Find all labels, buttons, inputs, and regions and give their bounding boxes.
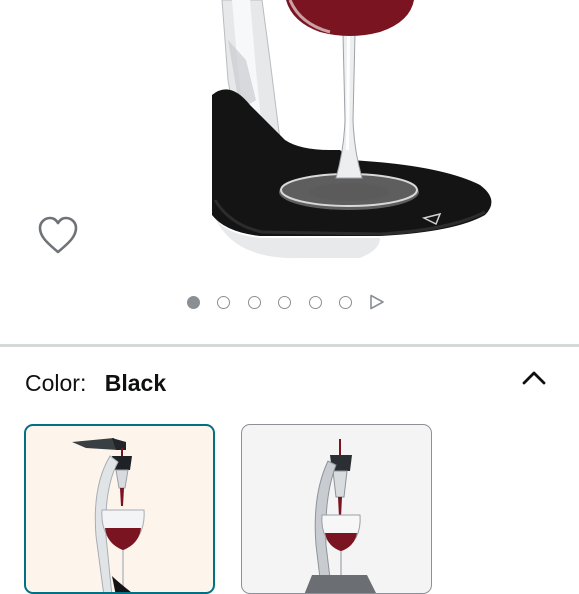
carousel-dot-5[interactable] xyxy=(309,296,322,309)
chevron-up-icon[interactable] xyxy=(518,363,550,391)
carousel-dot-6[interactable] xyxy=(339,296,352,309)
section-divider xyxy=(0,344,579,347)
heart-icon[interactable] xyxy=(36,214,80,258)
aerator-pouring-thumbnail-image xyxy=(72,438,145,592)
color-selector-header[interactable]: Color: Black xyxy=(25,368,166,398)
image-carousel-dots xyxy=(0,292,579,314)
product-image[interactable] xyxy=(0,0,579,262)
play-icon[interactable] xyxy=(369,294,385,310)
color-value: Black xyxy=(104,370,167,396)
aerator-stand-gray-thumbnail-image xyxy=(304,439,376,593)
color-swatch-1[interactable] xyxy=(24,424,215,594)
carousel-dot-2[interactable] xyxy=(217,296,230,309)
wine-aerator-stand-image xyxy=(212,0,492,259)
carousel-dot-1[interactable] xyxy=(187,296,200,309)
carousel-dot-4[interactable] xyxy=(278,296,291,309)
color-swatch-2[interactable] xyxy=(241,424,432,594)
carousel-dot-3[interactable] xyxy=(248,296,261,309)
color-label: Color: xyxy=(25,370,87,396)
